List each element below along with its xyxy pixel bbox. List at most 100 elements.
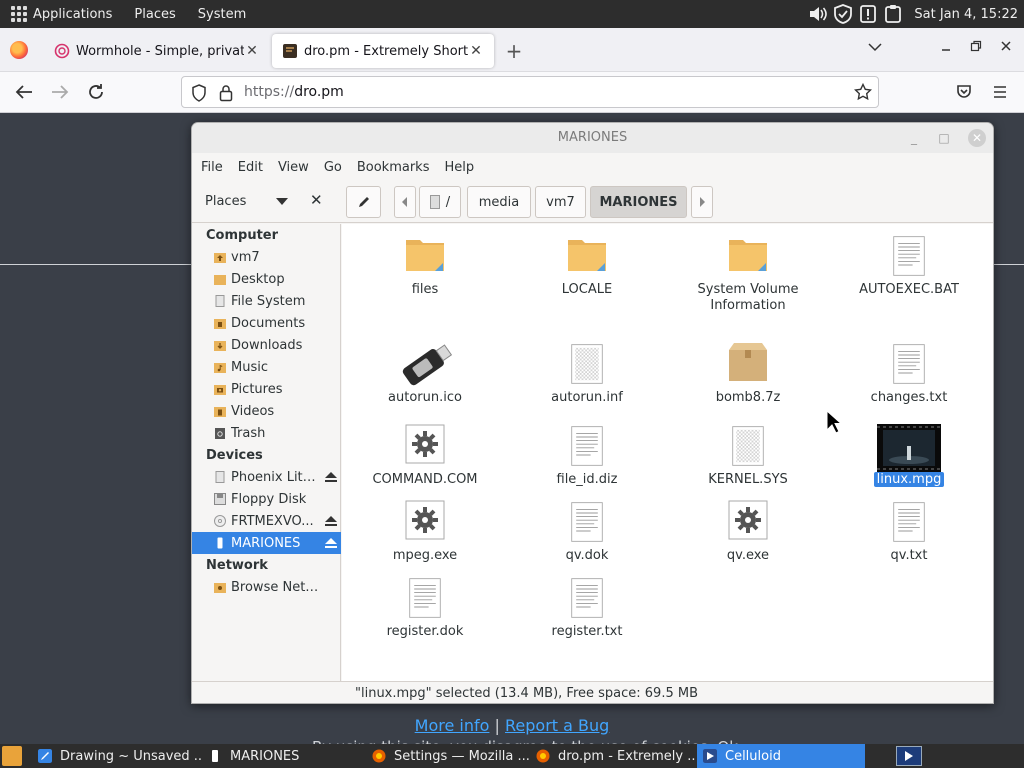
new-tab-icon[interactable]: + — [504, 39, 524, 63]
menu-go[interactable]: Go — [324, 160, 342, 175]
file-item-label: LOCALE — [561, 282, 613, 297]
clock[interactable]: Sat Jan 4, 15:22 — [914, 7, 1018, 22]
text-file-icon — [567, 576, 607, 620]
sidebar-item-vm7[interactable]: vm7 — [192, 246, 341, 268]
list-all-tabs-icon[interactable] — [868, 40, 882, 56]
sidebar-item-browse-network[interactable]: Browse Network — [192, 576, 341, 598]
sidebar-item-music[interactable]: Music — [192, 356, 341, 378]
reload-icon[interactable] — [84, 80, 108, 104]
downloads-folder-icon — [214, 341, 226, 351]
fm-minimize-icon[interactable]: _ — [906, 130, 922, 146]
workspace-switcher-icon[interactable] — [896, 746, 922, 766]
sidebar-item-downloads[interactable]: Downloads — [192, 334, 341, 356]
report-bug-link[interactable]: Report a Bug — [505, 716, 609, 735]
sidebar-item-floppy-disk[interactable]: Floppy Disk — [192, 488, 341, 510]
eject-icon[interactable] — [324, 515, 338, 527]
sidebar-heading-network: Network — [206, 558, 268, 573]
sidebar-item-trash[interactable]: Trash — [192, 422, 341, 444]
eject-icon[interactable] — [324, 537, 338, 549]
menu-edit[interactable]: Edit — [238, 160, 263, 175]
alert-icon[interactable] — [858, 4, 878, 24]
show-desktop-icon[interactable] — [2, 746, 22, 766]
dropdown-arrow-icon[interactable] — [276, 198, 288, 205]
sidebar-item-pictures[interactable]: Pictures — [192, 378, 341, 400]
sidebar-item-videos[interactable]: Videos — [192, 400, 341, 422]
tracking-protection-icon[interactable] — [191, 84, 207, 102]
path-mariones-button[interactable]: MARIONES — [590, 186, 687, 218]
sidebar-item-phoenix-lite[interactable]: Phoenix Lite... — [192, 466, 341, 488]
lock-icon[interactable] — [219, 84, 233, 102]
file-item-label: register.dok — [386, 624, 464, 639]
sidebar-item-label: Trash — [231, 425, 266, 441]
clipboard-icon[interactable] — [883, 4, 903, 24]
back-icon[interactable] — [12, 80, 36, 104]
fm-close-icon[interactable]: ✕ — [968, 129, 986, 147]
applications-menu[interactable]: Applications — [33, 7, 112, 22]
task-label: MARIONES — [230, 748, 300, 764]
url-text[interactable]: https://dro.pm — [244, 84, 344, 100]
task-drawing[interactable]: Drawing ~ Unsaved ... — [32, 744, 202, 768]
fm-titlebar[interactable]: MARIONES _ □ ✕ — [192, 123, 993, 153]
path-vm7-button[interactable]: vm7 — [535, 186, 586, 218]
menu-bookmarks[interactable]: Bookmarks — [357, 160, 430, 175]
task-celluloid[interactable]: Celluloid — [697, 744, 865, 768]
sidebar-item-documents[interactable]: Documents — [192, 312, 341, 334]
minimize-icon[interactable] — [940, 40, 952, 56]
sidebar-item-file-system[interactable]: File System — [192, 290, 341, 312]
sidebar-item-mariones[interactable]: MARIONES — [192, 532, 341, 554]
close-sidebar-icon[interactable]: ✕ — [310, 191, 323, 209]
volume-icon[interactable] — [808, 4, 828, 24]
apps-grid-icon[interactable] — [11, 6, 27, 22]
path-media-button[interactable]: media — [467, 186, 531, 218]
close-tab-icon[interactable]: ✕ — [468, 43, 484, 59]
executable-gear-icon — [728, 500, 768, 544]
sidebar-item-label: Phoenix Lite... — [231, 469, 319, 485]
optical-disc-icon — [214, 515, 226, 527]
hamburger-menu-icon[interactable] — [988, 80, 1012, 104]
fm-statusbar: "linux.mpg" selected (13.4 MB), Free spa… — [192, 681, 993, 703]
menu-help[interactable]: Help — [444, 160, 474, 175]
pocket-icon[interactable] — [952, 80, 976, 104]
system-menu[interactable]: System — [198, 7, 246, 22]
sidebar-item-label: Documents — [231, 315, 306, 331]
edit-location-button[interactable] — [346, 186, 381, 218]
task-settings-mozilla[interactable]: Settings — Mozilla ... — [366, 744, 529, 768]
tab-wormhole[interactable]: Wormhole - Simple, private ✕ — [44, 34, 270, 68]
system-tray: Sat Jan 4, 15:22 — [808, 0, 1018, 28]
firefox-view-icon[interactable] — [10, 41, 28, 59]
navigation-bar: https://dro.pm — [0, 72, 1024, 113]
path-scroll-left-button[interactable] — [394, 186, 416, 218]
shield-icon[interactable] — [833, 4, 853, 24]
task-mariones[interactable]: MARIONES — [202, 744, 367, 768]
trash-icon — [215, 428, 225, 439]
file-item-label: changes.txt — [870, 390, 948, 405]
eject-icon[interactable] — [324, 471, 338, 483]
fm-maximize-icon[interactable]: □ — [936, 130, 952, 146]
sidebar-item-desktop[interactable]: Desktop — [192, 268, 341, 290]
menu-view[interactable]: View — [278, 160, 309, 175]
window-controls — [868, 40, 1012, 56]
usb-drive-icon — [217, 537, 223, 549]
forward-icon[interactable] — [48, 80, 72, 104]
path-root-button[interactable]: / — [419, 186, 461, 218]
sidebar-item-label: Pictures — [231, 381, 283, 397]
sidebar-item-label: FRTMEXVO... — [231, 513, 314, 529]
task-dropm[interactable]: dro.pm - Extremely ... — [530, 744, 695, 768]
tab-title: Wormhole - Simple, private — [76, 43, 244, 59]
more-info-link[interactable]: More info — [415, 716, 490, 735]
drive-icon — [429, 195, 440, 209]
url-bar[interactable]: https://dro.pm — [181, 76, 879, 108]
tab-dropm[interactable]: dro.pm - Extremely Short Li ✕ — [272, 34, 494, 68]
close-tab-icon[interactable]: ✕ — [244, 43, 260, 59]
close-window-icon[interactable] — [1000, 40, 1012, 56]
path-scroll-right-button[interactable] — [691, 186, 713, 218]
places-dropdown[interactable]: Places — [205, 194, 246, 209]
menu-file[interactable]: File — [201, 160, 223, 175]
sidebar-item-frtmexvo[interactable]: FRTMEXVO... — [192, 510, 341, 532]
file-icon-view[interactable]: files LOCALE System Volume Information AUTOE… — [342, 224, 993, 681]
bookmark-star-icon[interactable] — [854, 83, 872, 101]
folder-icon — [567, 234, 607, 278]
restore-icon[interactable] — [970, 40, 982, 56]
page-links: More info | Report a Bug — [0, 716, 1024, 735]
places-menu[interactable]: Places — [134, 7, 175, 22]
